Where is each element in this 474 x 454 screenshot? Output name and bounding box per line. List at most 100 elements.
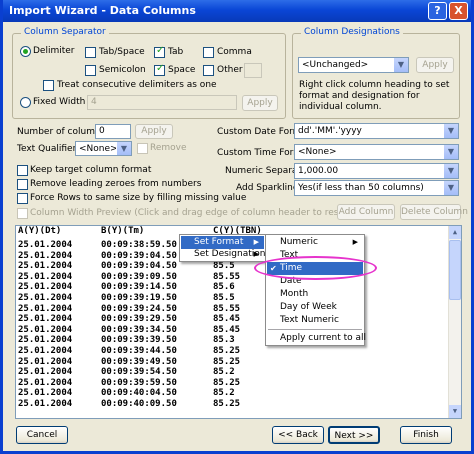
table-cell: 85.6 bbox=[213, 282, 235, 293]
table-cell: 85.5 bbox=[213, 261, 235, 272]
fixed-width-input[interactable]: 4 bbox=[87, 95, 237, 110]
numeric-separator-select[interactable]: 1,000.00 ▼ bbox=[294, 163, 459, 179]
column-header[interactable]: B(Y)(Tm) bbox=[101, 226, 144, 236]
force-rows-label: Force Rows to same size by filling missi… bbox=[30, 193, 247, 203]
submenu-arrow-icon: ▶ bbox=[352, 238, 358, 246]
other-label: Other bbox=[217, 65, 243, 75]
remove-checkbox[interactable] bbox=[137, 143, 148, 154]
format-numeric-item[interactable]: Numeric ▶ bbox=[267, 236, 363, 249]
title-bar[interactable]: Import Wizard - Data Columns bbox=[3, 0, 471, 22]
table-cell: 00:09:39:49.50 bbox=[101, 356, 177, 367]
format-submenu: Numeric ▶ Text ✔ Time Date Month Day of … bbox=[265, 234, 366, 346]
table-cell: 00:09:39:19.50 bbox=[101, 293, 177, 303]
text-qualifier-select[interactable]: <None> ▼ bbox=[75, 141, 132, 156]
format-day-of-week-label: Day of Week bbox=[280, 302, 337, 312]
tab-space-checkbox[interactable] bbox=[85, 47, 96, 58]
comma-label: Comma bbox=[217, 47, 252, 57]
time-format-select[interactable]: <None> ▼ bbox=[294, 144, 459, 160]
apply-current-to-all-item[interactable]: Apply current to all bbox=[267, 332, 366, 345]
semicolon-checkbox[interactable] bbox=[85, 65, 96, 76]
date-format-value: dd'.'MM'.'yyyy bbox=[298, 126, 362, 136]
table-cell: 25.01.2004 bbox=[18, 377, 73, 388]
remove-label: Remove bbox=[150, 143, 187, 153]
chevron-down-icon: ▼ bbox=[443, 164, 458, 178]
table-cell: 25.01.2004 bbox=[18, 314, 73, 325]
column-width-preview-checkbox[interactable] bbox=[17, 208, 28, 219]
fixed-width-radio[interactable] bbox=[20, 97, 31, 108]
scroll-down-icon[interactable]: ▼ bbox=[449, 405, 461, 418]
table-cell: 25.01.2004 bbox=[18, 240, 73, 250]
numeric-separator-value: 1,000.00 bbox=[298, 166, 339, 176]
format-text-numeric-item[interactable]: Text Numeric bbox=[267, 314, 363, 327]
treat-consecutive-checkbox[interactable] bbox=[43, 80, 54, 91]
table-cell: 25.01.2004 bbox=[18, 303, 73, 314]
designation-apply-button[interactable]: Apply bbox=[416, 57, 454, 73]
table-cell: 25.01.2004 bbox=[18, 261, 73, 272]
delimiter-radio[interactable] bbox=[20, 46, 31, 57]
other-checkbox[interactable] bbox=[203, 65, 214, 76]
table-cell: 00:09:40:09.50 bbox=[101, 399, 177, 409]
remove-zeroes-checkbox[interactable] bbox=[17, 179, 28, 190]
table-cell: 25.01.2004 bbox=[18, 324, 73, 335]
chevron-down-icon: ▼ bbox=[393, 58, 408, 72]
comma-checkbox[interactable] bbox=[203, 47, 214, 58]
table-cell: 00:09:39:29.50 bbox=[101, 314, 177, 325]
vertical-scrollbar[interactable]: ▲ ▼ bbox=[448, 226, 461, 418]
table-cell: 85.25 bbox=[213, 399, 241, 409]
help-button[interactable]: ? bbox=[428, 2, 447, 20]
table-cell: 00:09:39:54.50 bbox=[101, 367, 177, 378]
next-button[interactable]: Next >> bbox=[328, 426, 380, 444]
window-title: Import Wizard - Data Columns bbox=[9, 4, 196, 17]
delete-column-button[interactable]: Delete Column bbox=[400, 204, 468, 220]
chevron-down-icon: ▼ bbox=[116, 142, 131, 155]
set-designation-menu-item[interactable]: Set Designation ▶ bbox=[181, 248, 265, 261]
tab-checkbox[interactable] bbox=[154, 45, 165, 58]
table-cell: 00:09:39:04.50 bbox=[101, 250, 177, 261]
date-format-select[interactable]: dd'.'MM'.'yyyy ▼ bbox=[294, 123, 459, 139]
num-columns-input[interactable]: 0 bbox=[95, 124, 131, 139]
column-header[interactable]: A(Y)(Dt) bbox=[18, 226, 61, 236]
table-cell: 00:09:40:04.50 bbox=[101, 388, 177, 399]
table-cell: 85.25 bbox=[213, 346, 241, 356]
keep-target-checkbox[interactable] bbox=[17, 165, 28, 176]
table-cell: 25.01.2004 bbox=[18, 388, 73, 399]
remove-zeroes-label: Remove leading zeroes from numbers bbox=[30, 179, 202, 189]
import-wizard-window: Import Wizard - Data Columns ? X Column … bbox=[0, 0, 474, 454]
close-button[interactable]: X bbox=[449, 2, 468, 20]
table-cell: 85.25 bbox=[213, 377, 241, 388]
cancel-button[interactable]: Cancel bbox=[16, 426, 68, 444]
table-cell: 00:09:39:14.50 bbox=[101, 282, 177, 293]
other-input[interactable] bbox=[244, 63, 262, 78]
designation-select[interactable]: <Unchanged> ▼ bbox=[298, 57, 409, 73]
format-day-of-week-item[interactable]: Day of Week bbox=[267, 301, 363, 314]
format-month-item[interactable]: Month bbox=[267, 288, 363, 301]
fixed-width-apply-button[interactable]: Apply bbox=[242, 95, 278, 111]
finish-button[interactable]: Finish bbox=[400, 426, 452, 444]
chevron-down-icon: ▼ bbox=[443, 145, 458, 159]
highlight-ellipse bbox=[254, 256, 377, 280]
table-cell: 85.2 bbox=[213, 367, 235, 378]
table-cell: 85.45 bbox=[213, 314, 241, 325]
format-text-numeric-label: Text Numeric bbox=[280, 315, 339, 325]
delimiter-label: Delimiter bbox=[33, 46, 75, 56]
back-button[interactable]: << Back bbox=[272, 426, 324, 444]
table-cell: 00:09:39:39.50 bbox=[101, 335, 177, 346]
force-rows-checkbox[interactable] bbox=[17, 193, 28, 204]
submenu-arrow-icon: ▶ bbox=[253, 250, 259, 258]
chevron-down-icon: ▼ bbox=[443, 124, 458, 138]
table-cell: 00:09:38:59.50 bbox=[101, 240, 177, 250]
table-cell: 25.01.2004 bbox=[18, 293, 73, 303]
space-checkbox[interactable] bbox=[154, 63, 165, 76]
table-cell: 85.5 bbox=[213, 293, 235, 303]
num-columns-apply-button[interactable]: Apply bbox=[135, 124, 173, 139]
scroll-up-icon[interactable]: ▲ bbox=[449, 226, 461, 239]
add-column-button[interactable]: Add Column bbox=[337, 204, 395, 220]
tab-label: Tab bbox=[168, 47, 184, 57]
table-cell: 25.01.2004 bbox=[18, 282, 73, 293]
text-qualifier-value: <None> bbox=[79, 144, 118, 154]
space-label: Space bbox=[168, 65, 196, 75]
scroll-thumb[interactable] bbox=[449, 240, 461, 300]
table-cell: 25.01.2004 bbox=[18, 346, 73, 356]
table-cell: 00:09:39:04.50 bbox=[101, 261, 177, 272]
sparklines-select[interactable]: Yes(if less than 50 columns) ▼ bbox=[294, 180, 459, 196]
